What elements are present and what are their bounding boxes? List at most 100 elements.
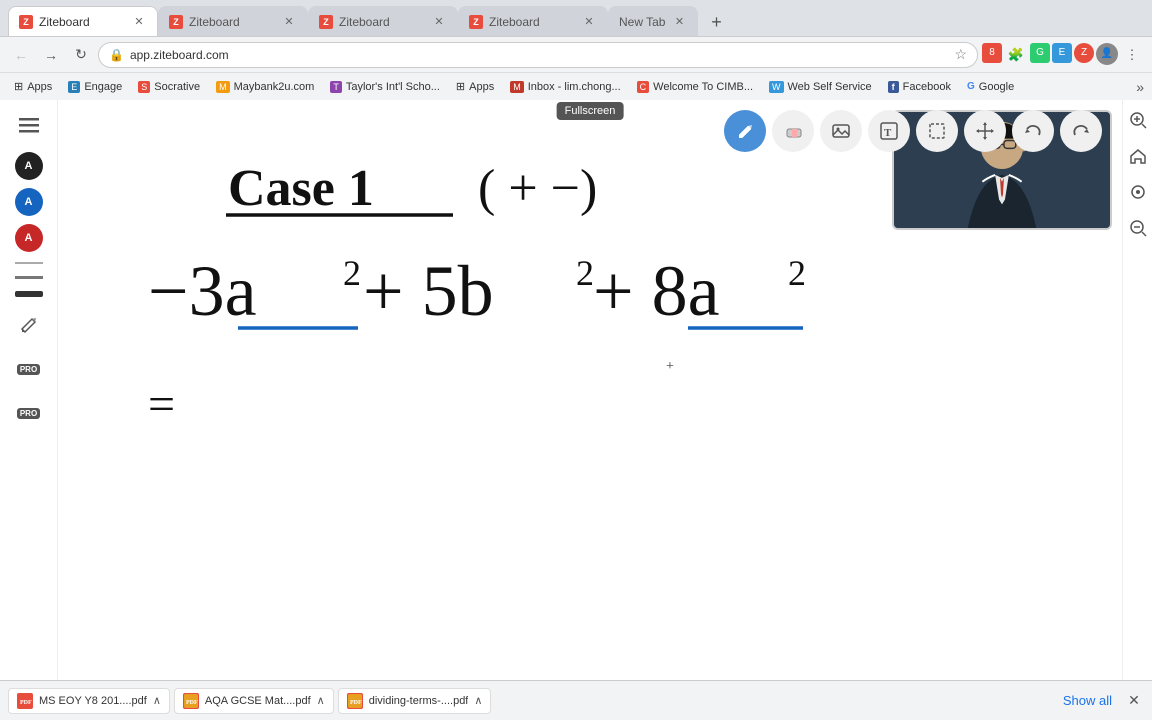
color-red-label: A <box>25 232 33 244</box>
browser-chrome: Z Ziteboard ✕ Z Ziteboard ✕ Z Ziteboard … <box>0 0 1152 100</box>
ext-icon-2[interactable]: 🧩 <box>1004 43 1028 67</box>
tab-1-title: Ziteboard <box>39 15 125 29</box>
downloads-bar: PDF MS EOY Y8 201....pdf ∧ PDF AQA GCSE … <box>0 680 1152 720</box>
text-icon: T <box>879 121 899 141</box>
center-icon <box>1129 183 1147 201</box>
pdf-icon-3: PDF <box>347 693 363 709</box>
cursor-crosshair: + <box>666 359 674 374</box>
home-button[interactable] <box>1126 144 1150 168</box>
download-arrow-2[interactable]: ∧ <box>317 694 325 707</box>
bookmark-inbox[interactable]: M Inbox - lim.chong... <box>504 79 626 95</box>
bookmark-google[interactable]: G Google <box>961 79 1020 95</box>
color-blue-button[interactable]: A <box>15 188 43 216</box>
exp2-1-text: 2 <box>343 253 361 293</box>
color-red-button[interactable]: A <box>15 224 43 252</box>
svg-text:T: T <box>884 127 892 139</box>
case1-text: Case 1 <box>228 160 374 217</box>
back-button[interactable]: ← <box>8 42 34 68</box>
new-tab-button[interactable]: + <box>702 8 730 36</box>
download-item-1[interactable]: PDF MS EOY Y8 201....pdf ∧ <box>8 688 170 714</box>
pencil-tool-button[interactable] <box>11 307 47 343</box>
bookmark-apps-2[interactable]: ⊞ Apps <box>450 78 500 95</box>
address-text: app.ziteboard.com <box>130 48 948 62</box>
text-tool-button[interactable]: T <box>868 110 910 152</box>
bookmark-apps-1[interactable]: ⊞ Apps <box>8 78 58 95</box>
tab-4-icon: Z <box>469 15 483 29</box>
eraser-icon <box>783 121 803 141</box>
menu-button[interactable]: ⋮ <box>1120 43 1144 67</box>
nav-bar: ← → ↻ 🔒 app.ziteboard.com ☆ 8 🧩 G E Z 👤 … <box>0 36 1152 72</box>
bookmark-cimb[interactable]: C Welcome To CIMB... <box>631 79 759 95</box>
tab-3[interactable]: Z Ziteboard ✕ <box>308 6 458 36</box>
fullscreen-tooltip: Fullscreen <box>557 102 624 120</box>
bookmarks-bar: ⊞ Apps E Engage S Socrative M Maybank2u.… <box>0 72 1152 100</box>
more-bookmarks-button[interactable]: » <box>1136 79 1144 95</box>
download-item-2[interactable]: PDF AQA GCSE Mat....pdf ∧ <box>174 688 334 714</box>
redo-button[interactable] <box>1060 110 1102 152</box>
ext-icon-5[interactable]: Z <box>1074 43 1094 63</box>
stroke-thin[interactable] <box>15 262 43 264</box>
pdf-icon-svg-1: PDF <box>18 694 32 708</box>
bookmark-webself[interactable]: W Web Self Service <box>763 79 878 95</box>
pan-icon <box>975 121 995 141</box>
bookmark-star-icon[interactable]: ☆ <box>954 46 967 63</box>
tab-1[interactable]: Z Ziteboard ✕ <box>8 6 158 36</box>
reload-button[interactable]: ↻ <box>68 42 94 68</box>
download-arrow-3[interactable]: ∧ <box>474 694 482 707</box>
zoom-in-button[interactable] <box>1126 108 1150 132</box>
pro-tool-1[interactable]: PRO <box>11 351 47 387</box>
ext-icon-4[interactable]: E <box>1052 43 1072 63</box>
tab-newtab[interactable]: New Tab ✕ <box>608 6 698 36</box>
pan-tool-button[interactable] <box>964 110 1006 152</box>
zoom-out-button[interactable] <box>1126 216 1150 240</box>
tab-3-close[interactable]: ✕ <box>431 14 447 30</box>
bookmark-facebook-label: Facebook <box>903 81 951 93</box>
redo-icon <box>1071 121 1091 141</box>
tab-2-close[interactable]: ✕ <box>281 14 297 30</box>
select-icon <box>927 121 947 141</box>
svg-text:PDF: PDF <box>186 700 198 706</box>
tab-4-close[interactable]: ✕ <box>581 14 597 30</box>
download-arrow-1[interactable]: ∧ <box>153 694 161 707</box>
zoom-in-icon <box>1129 111 1147 129</box>
nav-actions: 8 🧩 G E Z 👤 ⋮ <box>982 43 1144 67</box>
download-item-3[interactable]: PDF dividing-terms-....pdf ∧ <box>338 688 492 714</box>
forward-button[interactable]: → <box>38 42 64 68</box>
bookmark-socrative[interactable]: S Socrative <box>132 79 206 95</box>
address-bar[interactable]: 🔒 app.ziteboard.com ☆ <box>98 42 978 68</box>
center-button[interactable] <box>1126 180 1150 204</box>
color-blue-label: A <box>25 196 33 208</box>
tab-2[interactable]: Z Ziteboard ✕ <box>158 6 308 36</box>
image-tool-button[interactable] <box>820 110 862 152</box>
ext-icon-1[interactable]: 8 <box>982 43 1002 63</box>
hamburger-menu-button[interactable] <box>11 108 47 144</box>
bookmark-engage[interactable]: E Engage <box>62 79 128 95</box>
app-container: A A A PRO PRO Fullscreen <box>0 100 1152 720</box>
show-all-button[interactable]: Show all <box>1055 689 1120 712</box>
pro-tool-2[interactable]: PRO <box>11 395 47 431</box>
color-black-button[interactable]: A <box>15 152 43 180</box>
profile-icon[interactable]: 👤 <box>1096 43 1118 65</box>
tab-2-icon: Z <box>169 15 183 29</box>
pen-tool-button[interactable] <box>724 110 766 152</box>
bookmark-taylors[interactable]: T Taylor's Int'l Scho... <box>324 79 446 95</box>
tab-1-close[interactable]: ✕ <box>131 14 147 30</box>
bookmark-maybank[interactable]: M Maybank2u.com <box>210 79 320 95</box>
bookmark-facebook[interactable]: f Facebook <box>882 79 957 95</box>
whiteboard[interactable]: Fullscreen <box>58 100 1122 720</box>
exp2-2-text: 2 <box>576 253 594 293</box>
pro-badge-2: PRO <box>17 408 40 419</box>
tab-newtab-close[interactable]: ✕ <box>671 14 687 30</box>
tab-2-title: Ziteboard <box>189 15 275 29</box>
close-downloads-button[interactable]: ✕ <box>1124 691 1144 711</box>
undo-button[interactable] <box>1012 110 1054 152</box>
stroke-medium[interactable] <box>15 276 43 279</box>
ext-icon-3[interactable]: G <box>1030 43 1050 63</box>
select-tool-button[interactable] <box>916 110 958 152</box>
tab-4[interactable]: Z Ziteboard ✕ <box>458 6 608 36</box>
bookmark-cimb-label: Welcome To CIMB... <box>653 81 753 93</box>
eraser-tool-button[interactable] <box>772 110 814 152</box>
stroke-thick[interactable] <box>15 291 43 297</box>
exp2-3-text: 2 <box>788 253 806 293</box>
color-black-label: A <box>25 160 33 172</box>
